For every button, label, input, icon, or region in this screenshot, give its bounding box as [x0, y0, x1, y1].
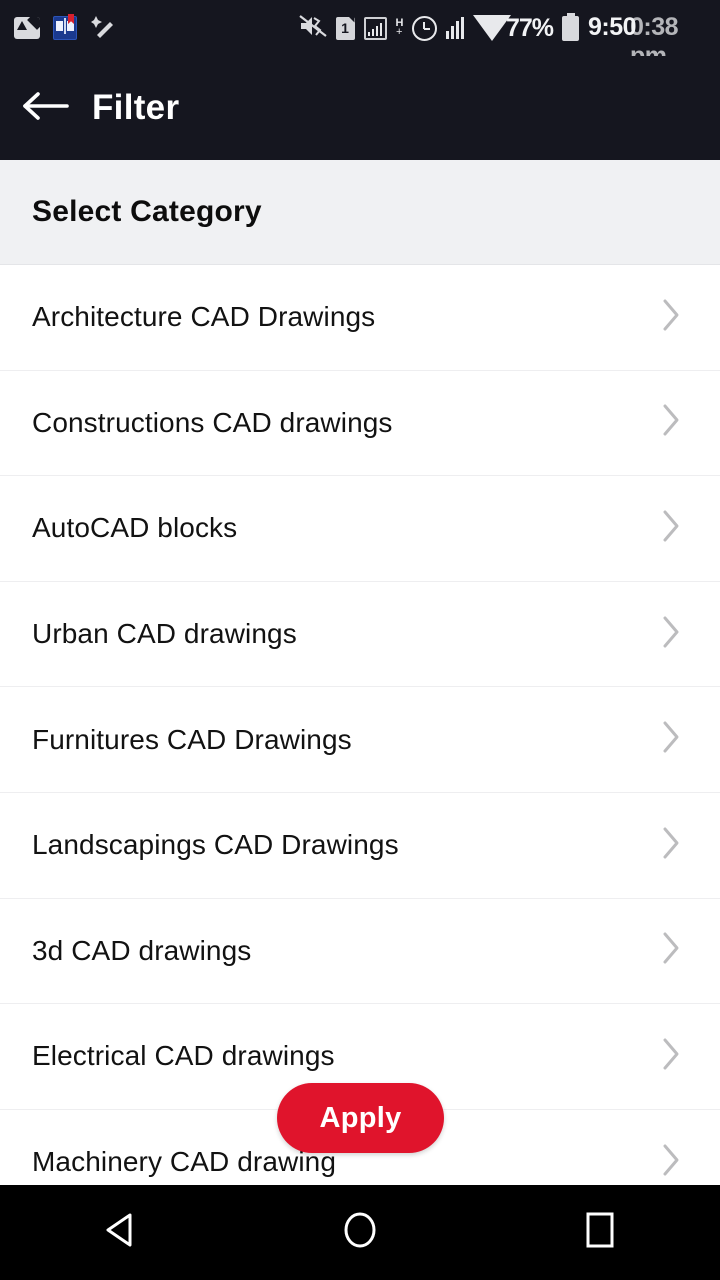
circle-home-icon	[341, 1210, 379, 1255]
list-item[interactable]: 3d CAD drawings	[0, 898, 720, 1005]
list-item-label: 3d CAD drawings	[32, 934, 252, 966]
status-bar: 1 H + 77% 9:50 0:38 pm	[0, 0, 720, 70]
android-nav-bar	[0, 1185, 720, 1280]
status-bar-right-icons: 1 H + 77% 9:50 0:38 pm	[298, 13, 707, 70]
triangle-back-icon	[102, 1211, 138, 1254]
category-list[interactable]: Architecture CAD Drawings Constructions …	[0, 265, 720, 1185]
sim-card-1-icon: 1	[335, 16, 355, 40]
apply-button[interactable]: Apply	[277, 1083, 444, 1153]
nav-recents-button[interactable]	[540, 1185, 660, 1280]
chevron-right-icon	[660, 930, 690, 971]
hplus-data-icon: H +	[395, 17, 404, 38]
battery-percent-label: 77%	[505, 13, 554, 42]
phone-screen: 1 H + 77% 9:50 0:38 pm	[0, 0, 720, 1280]
square-recents-icon	[582, 1210, 618, 1255]
chevron-right-icon	[660, 508, 690, 549]
list-item-label: Urban CAD drawings	[32, 618, 297, 650]
list-item-label: Furnitures CAD Drawings	[32, 723, 352, 755]
section-title: Select Category	[32, 195, 262, 228]
photo-notification-icon	[14, 17, 40, 39]
list-item[interactable]: Urban CAD drawings	[0, 581, 720, 688]
page-title: Filter	[92, 88, 180, 127]
chevron-right-icon	[660, 719, 690, 760]
section-header: Select Category	[0, 160, 720, 265]
back-button[interactable]	[0, 56, 92, 160]
chevron-right-icon	[660, 297, 690, 338]
list-item-label: Constructions CAD drawings	[32, 406, 393, 438]
list-item-label: AutoCAD blocks	[32, 512, 238, 544]
chevron-right-icon	[660, 614, 690, 655]
dictionary-app-icon	[53, 16, 77, 40]
clock-primary: 9:50	[588, 13, 637, 41]
list-item-label: Architecture CAD Drawings	[32, 301, 376, 333]
status-bar-left-icons	[14, 14, 116, 43]
status-bar-clock: 9:50 0:38 pm	[588, 13, 706, 70]
list-item[interactable]: Architecture CAD Drawings	[0, 265, 720, 371]
arrow-left-icon	[22, 89, 70, 128]
list-item-label: Machinery CAD drawing	[32, 1146, 336, 1178]
list-item-label: Landscapings CAD Drawings	[32, 829, 399, 861]
app-bar: Filter	[0, 56, 720, 160]
magic-wand-icon	[90, 14, 116, 43]
chevron-right-icon	[660, 402, 690, 443]
list-item[interactable]: Landscapings CAD Drawings	[0, 792, 720, 899]
signal-strength-icon	[363, 16, 387, 40]
volume-mute-vibrate-icon	[298, 14, 327, 42]
cellular-bars-icon	[445, 17, 464, 39]
battery-icon	[562, 15, 579, 41]
list-item-label: Electrical CAD drawings	[32, 1040, 335, 1072]
chevron-right-icon	[660, 1142, 690, 1183]
list-item[interactable]: Furnitures CAD Drawings	[0, 687, 720, 793]
chevron-right-icon	[660, 825, 690, 866]
list-item[interactable]: AutoCAD blocks	[0, 476, 720, 582]
list-item[interactable]: Constructions CAD drawings	[0, 370, 720, 477]
nav-home-button[interactable]	[300, 1185, 420, 1280]
alarm-clock-icon	[411, 15, 437, 41]
nav-back-button[interactable]	[60, 1185, 180, 1280]
chevron-right-icon	[660, 1036, 690, 1077]
